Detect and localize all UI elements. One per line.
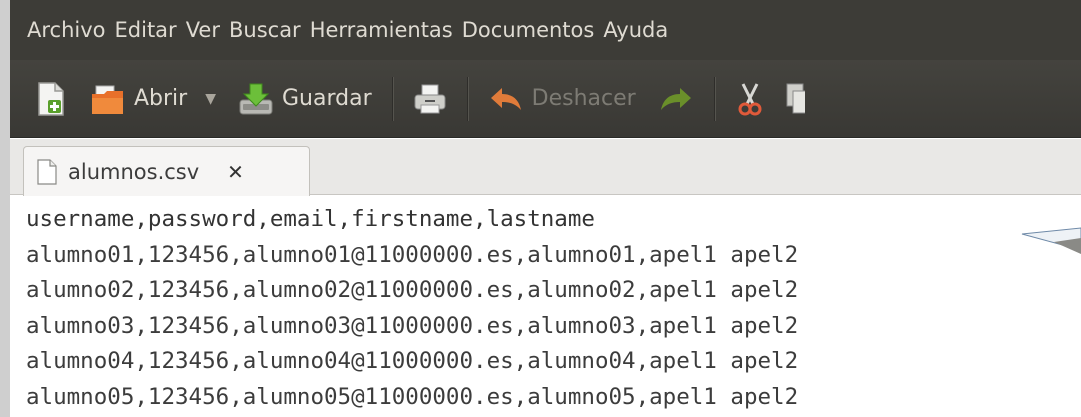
- menu-buscar[interactable]: Buscar: [229, 18, 301, 42]
- tab-alumnos-csv[interactable]: alumnos.csv ✕: [23, 146, 310, 196]
- open-label: Abrir: [134, 86, 188, 111]
- open-button[interactable]: Abrir: [90, 82, 187, 116]
- toolbar-separator: [466, 76, 468, 121]
- toolbar-separator: [713, 76, 715, 121]
- open-folder-icon: [92, 85, 123, 114]
- toolbar-separator: [391, 76, 393, 121]
- recent-files-dropdown-arrow[interactable]: ▼: [205, 91, 216, 107]
- callout-pointer: [1021, 227, 1081, 254]
- scissors-icon: [738, 82, 762, 115]
- undo-label: Deshacer: [531, 86, 636, 111]
- menu-ayuda[interactable]: Ayuda: [603, 18, 668, 42]
- csv-data-line: alumno01,123456,alumno01@11000000.es,alu…: [26, 241, 799, 268]
- printer-icon: [414, 84, 446, 113]
- csv-data-line: alumno05,123456,alumno05@11000000.es,alu…: [26, 383, 799, 410]
- close-icon[interactable]: ✕: [227, 160, 244, 184]
- menu-ver[interactable]: Ver: [186, 18, 220, 42]
- save-label: Guardar: [282, 86, 372, 111]
- redo-icon: [660, 87, 691, 110]
- save-download-icon: [239, 83, 273, 114]
- save-button[interactable]: Guardar: [238, 82, 372, 116]
- menu-documentos[interactable]: Documentos: [462, 18, 595, 42]
- menubar: Archivo Editar Ver Buscar Herramientas D…: [10, 0, 1081, 60]
- tab-filename: alumnos.csv: [68, 159, 200, 184]
- menu-editar[interactable]: Editar: [115, 18, 177, 42]
- undo-arrow-icon: [490, 87, 521, 110]
- new-document-button[interactable]: [36, 81, 66, 117]
- text-file-icon: [37, 158, 57, 185]
- tab-bar: alumnos.csv ✕: [10, 139, 1081, 196]
- gedit-window: Archivo Editar Ver Buscar Herramientas D…: [0, 0, 1081, 417]
- undo-button[interactable]: Deshacer: [488, 85, 636, 113]
- cut-button[interactable]: [735, 82, 765, 116]
- print-button[interactable]: [413, 83, 447, 115]
- window-left-border: [0, 0, 10, 417]
- redo-button[interactable]: [658, 85, 694, 113]
- text-editor-area[interactable]: username,password,email,firstname,lastna…: [10, 196, 1081, 417]
- csv-data-line: alumno04,123456,alumno04@11000000.es,alu…: [26, 348, 799, 374]
- csv-data-line: alumno03,123456,alumno03@11000000.es,alu…: [26, 312, 799, 339]
- toolbar: Abrir ▼ Guardar Deshacer: [10, 60, 1081, 138]
- csv-data-line: alumno02,123456,alumno02@11000000.es,alu…: [26, 277, 799, 303]
- csv-header-line: username,password,email,firstname,lastna…: [26, 206, 595, 232]
- copy-button[interactable]: [785, 82, 805, 116]
- menu-herramientas[interactable]: Herramientas: [310, 18, 453, 42]
- copy-icon: [786, 83, 805, 113]
- new-document-icon: [38, 81, 64, 116]
- menu-archivo[interactable]: Archivo: [27, 18, 106, 42]
